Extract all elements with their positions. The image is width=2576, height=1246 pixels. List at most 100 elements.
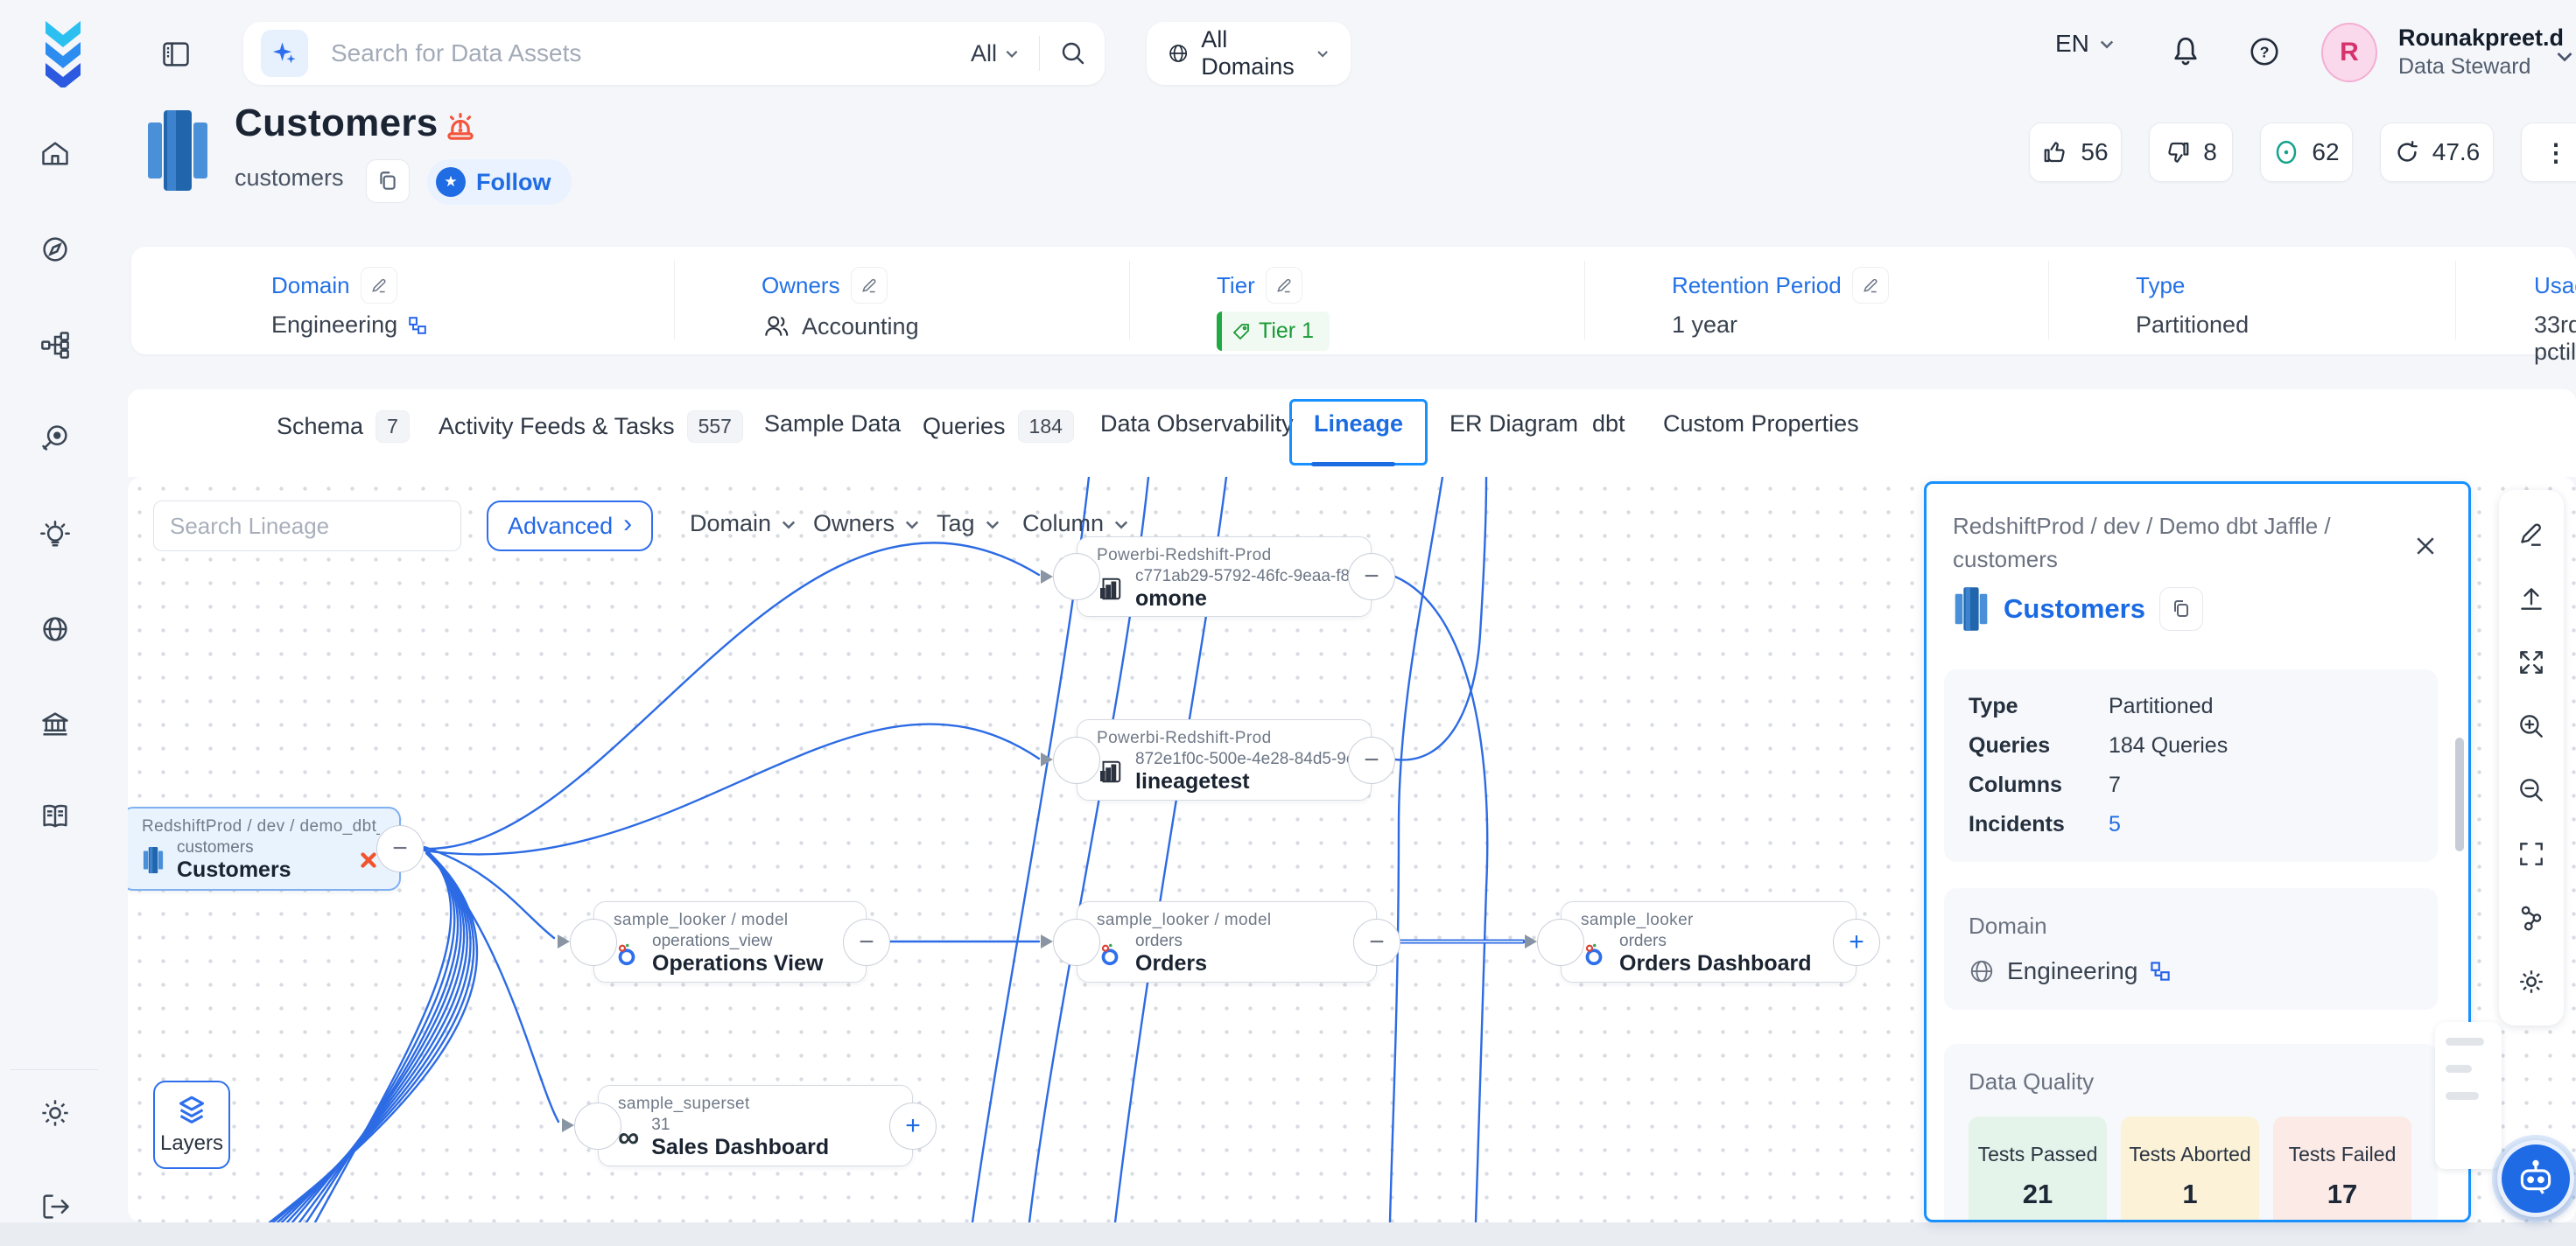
tab-custom-properties[interactable]: Custom Properties bbox=[1663, 410, 1859, 438]
filter-tag-dropdown[interactable]: Tag bbox=[937, 510, 1001, 537]
search-input[interactable] bbox=[308, 39, 971, 67]
node-handle-left[interactable] bbox=[570, 919, 617, 966]
filter-domain-dropdown[interactable]: Domain bbox=[690, 510, 797, 537]
insights-bulb-icon[interactable] bbox=[39, 519, 72, 552]
observability-search-icon[interactable] bbox=[39, 422, 72, 455]
lineage-node-lineagetest[interactable]: Powerbi-Redshift-Prod 872e1f0c-500e-4e28… bbox=[1077, 719, 1372, 801]
node-handle-left[interactable] bbox=[1053, 919, 1100, 966]
home-icon[interactable] bbox=[39, 137, 72, 171]
layers-button[interactable]: Layers bbox=[153, 1081, 230, 1169]
lineage-node-orders[interactable]: sample_looker / model orders Orders − bbox=[1077, 901, 1377, 983]
breadcrumb[interactable]: RedshiftProd / dev / Demo dbt Jaffle / c… bbox=[1953, 510, 2390, 576]
tests-aborted-tile[interactable]: Tests Aborted 1 bbox=[2121, 1116, 2259, 1222]
collapse-downstream-handle[interactable]: − bbox=[376, 825, 424, 872]
tier-badge[interactable]: Tier 1 bbox=[1217, 312, 1330, 351]
edit-retention-button[interactable] bbox=[1852, 267, 1889, 304]
logout-icon[interactable] bbox=[39, 1190, 72, 1223]
metadata-label-owners[interactable]: Owners bbox=[762, 272, 840, 299]
lineage-node-sales-dashboard[interactable]: sample_superset ∞ 31 Sales Dashboard + bbox=[598, 1085, 913, 1166]
collapse-downstream-handle[interactable]: − bbox=[843, 919, 890, 966]
collapse-upstream-handle[interactable]: − bbox=[1348, 737, 1395, 784]
tab-er-diagram[interactable]: ER Diagram bbox=[1449, 410, 1578, 438]
user-name[interactable]: Rounakpreet.d bbox=[2398, 24, 2564, 52]
tab-data-observability[interactable]: Data Observability bbox=[1100, 410, 1294, 438]
search-scope-dropdown[interactable]: All bbox=[971, 40, 1020, 67]
collapse-upstream-handle[interactable]: − bbox=[1348, 553, 1395, 600]
notifications-bell-icon[interactable] bbox=[2168, 33, 2203, 68]
lineage-tree-icon[interactable] bbox=[39, 328, 72, 361]
sidebar-toggle-icon[interactable] bbox=[160, 38, 192, 70]
lineage-node-omone[interactable]: Powerbi-Redshift-Prod c771ab29-5792-46fc… bbox=[1077, 536, 1372, 617]
lineage-node-orders-dashboard[interactable]: sample_looker orders Orders Dashboard + bbox=[1561, 901, 1857, 983]
tab-schema[interactable]: Schema7 bbox=[277, 410, 410, 443]
domains-globe-icon[interactable] bbox=[39, 612, 72, 646]
export-icon[interactable] bbox=[2514, 581, 2549, 616]
filter-owners-dropdown[interactable]: Owners bbox=[813, 510, 921, 537]
fit-view-icon[interactable] bbox=[2514, 645, 2549, 680]
tests-passed-tile[interactable]: Tests Passed 21 bbox=[1969, 1116, 2107, 1222]
alert-siren-icon[interactable] bbox=[442, 108, 479, 145]
upvote-button[interactable]: 56 bbox=[2029, 122, 2122, 182]
lineage-search-input[interactable] bbox=[170, 513, 463, 540]
avatar[interactable]: R bbox=[2321, 23, 2377, 82]
lineage-settings-gear-icon[interactable] bbox=[2514, 964, 2549, 999]
expand-downstream-handle[interactable]: + bbox=[889, 1102, 937, 1150]
zoom-out-icon[interactable] bbox=[2514, 773, 2549, 808]
tab-dbt[interactable]: dbt bbox=[1592, 410, 1625, 438]
glossary-book-icon[interactable] bbox=[39, 800, 72, 833]
metadata-label-domain[interactable]: Domain bbox=[271, 272, 350, 299]
zoom-in-icon[interactable] bbox=[2514, 709, 2549, 744]
metadata-label-tier[interactable]: Tier bbox=[1217, 272, 1255, 299]
edit-domain-button[interactable] bbox=[361, 267, 397, 304]
app-logo-icon[interactable] bbox=[35, 18, 93, 88]
edit-owners-button[interactable] bbox=[851, 267, 888, 304]
panel-scrollbar[interactable] bbox=[2455, 738, 2464, 851]
edit-lineage-icon[interactable] bbox=[2514, 517, 2549, 552]
user-menu-chevron-icon[interactable] bbox=[2554, 46, 2575, 66]
domain-selector-dropdown[interactable]: All Domains bbox=[1147, 22, 1351, 85]
node-handle-left[interactable] bbox=[1053, 737, 1100, 784]
lineage-node-customers[interactable]: RedshiftProd / dev / demo_dbt_jaffle cus… bbox=[128, 807, 401, 891]
filter-column-dropdown[interactable]: Column bbox=[1022, 510, 1130, 537]
tab-lineage[interactable]: Lineage bbox=[1314, 410, 1403, 438]
metadata-value-owners[interactable]: Accounting bbox=[802, 313, 919, 340]
incidents-link[interactable]: 5 bbox=[2109, 812, 2121, 837]
metadata-value-domain[interactable]: Engineering bbox=[271, 312, 397, 339]
panel-entity-link[interactable]: Customers bbox=[2004, 593, 2145, 625]
collapse-downstream-handle[interactable]: − bbox=[1353, 919, 1400, 966]
copy-name-button[interactable] bbox=[366, 159, 410, 203]
panel-domain-value[interactable]: Engineering bbox=[2007, 957, 2137, 985]
graph-options-icon[interactable] bbox=[2514, 900, 2549, 935]
tab-sample-data[interactable]: Sample Data bbox=[764, 410, 901, 438]
settings-gear-icon[interactable] bbox=[39, 1096, 72, 1130]
copy-fqn-button[interactable] bbox=[2159, 587, 2203, 631]
expand-downstream-handle[interactable]: + bbox=[1833, 919, 1880, 966]
node-handle-left[interactable] bbox=[1537, 919, 1584, 966]
node-handle-left[interactable] bbox=[1053, 553, 1100, 600]
node-handle-left[interactable] bbox=[574, 1102, 621, 1150]
governance-bank-icon[interactable] bbox=[39, 708, 72, 741]
help-icon[interactable]: ? bbox=[2248, 35, 2281, 68]
tab-queries[interactable]: Queries184 bbox=[923, 410, 1074, 443]
follow-button[interactable]: ★ Follow bbox=[427, 159, 572, 205]
search-icon[interactable] bbox=[1059, 39, 1087, 67]
downvote-button[interactable]: 8 bbox=[2149, 122, 2233, 182]
metadata-label-retention[interactable]: Retention Period bbox=[1672, 272, 1842, 299]
chat-assistant-button[interactable] bbox=[2497, 1140, 2574, 1217]
edit-tier-button[interactable] bbox=[1266, 267, 1302, 304]
ai-sparkle-icon[interactable] bbox=[261, 30, 308, 77]
close-icon[interactable] bbox=[2412, 533, 2439, 559]
filter-label: Owners bbox=[813, 510, 895, 537]
advanced-filter-button[interactable]: Advanced › bbox=[487, 500, 653, 551]
version-button[interactable]: 47.6 bbox=[2380, 122, 2494, 182]
health-score-button[interactable]: 62 bbox=[2260, 122, 2353, 182]
lineage-search-box[interactable] bbox=[153, 500, 461, 551]
lineage-node-operations-view[interactable]: sample_looker / model operations_view Op… bbox=[593, 901, 867, 983]
explore-compass-icon[interactable] bbox=[39, 233, 72, 266]
fullscreen-icon[interactable] bbox=[2514, 836, 2549, 872]
tests-failed-tile[interactable]: Tests Failed 17 bbox=[2273, 1116, 2411, 1222]
tab-activity-feeds[interactable]: Activity Feeds & Tasks557 bbox=[439, 410, 743, 443]
global-search-bar[interactable]: All bbox=[243, 22, 1105, 85]
language-dropdown[interactable]: EN bbox=[2055, 30, 2116, 58]
more-actions-button[interactable]: ⋮ bbox=[2521, 122, 2576, 182]
